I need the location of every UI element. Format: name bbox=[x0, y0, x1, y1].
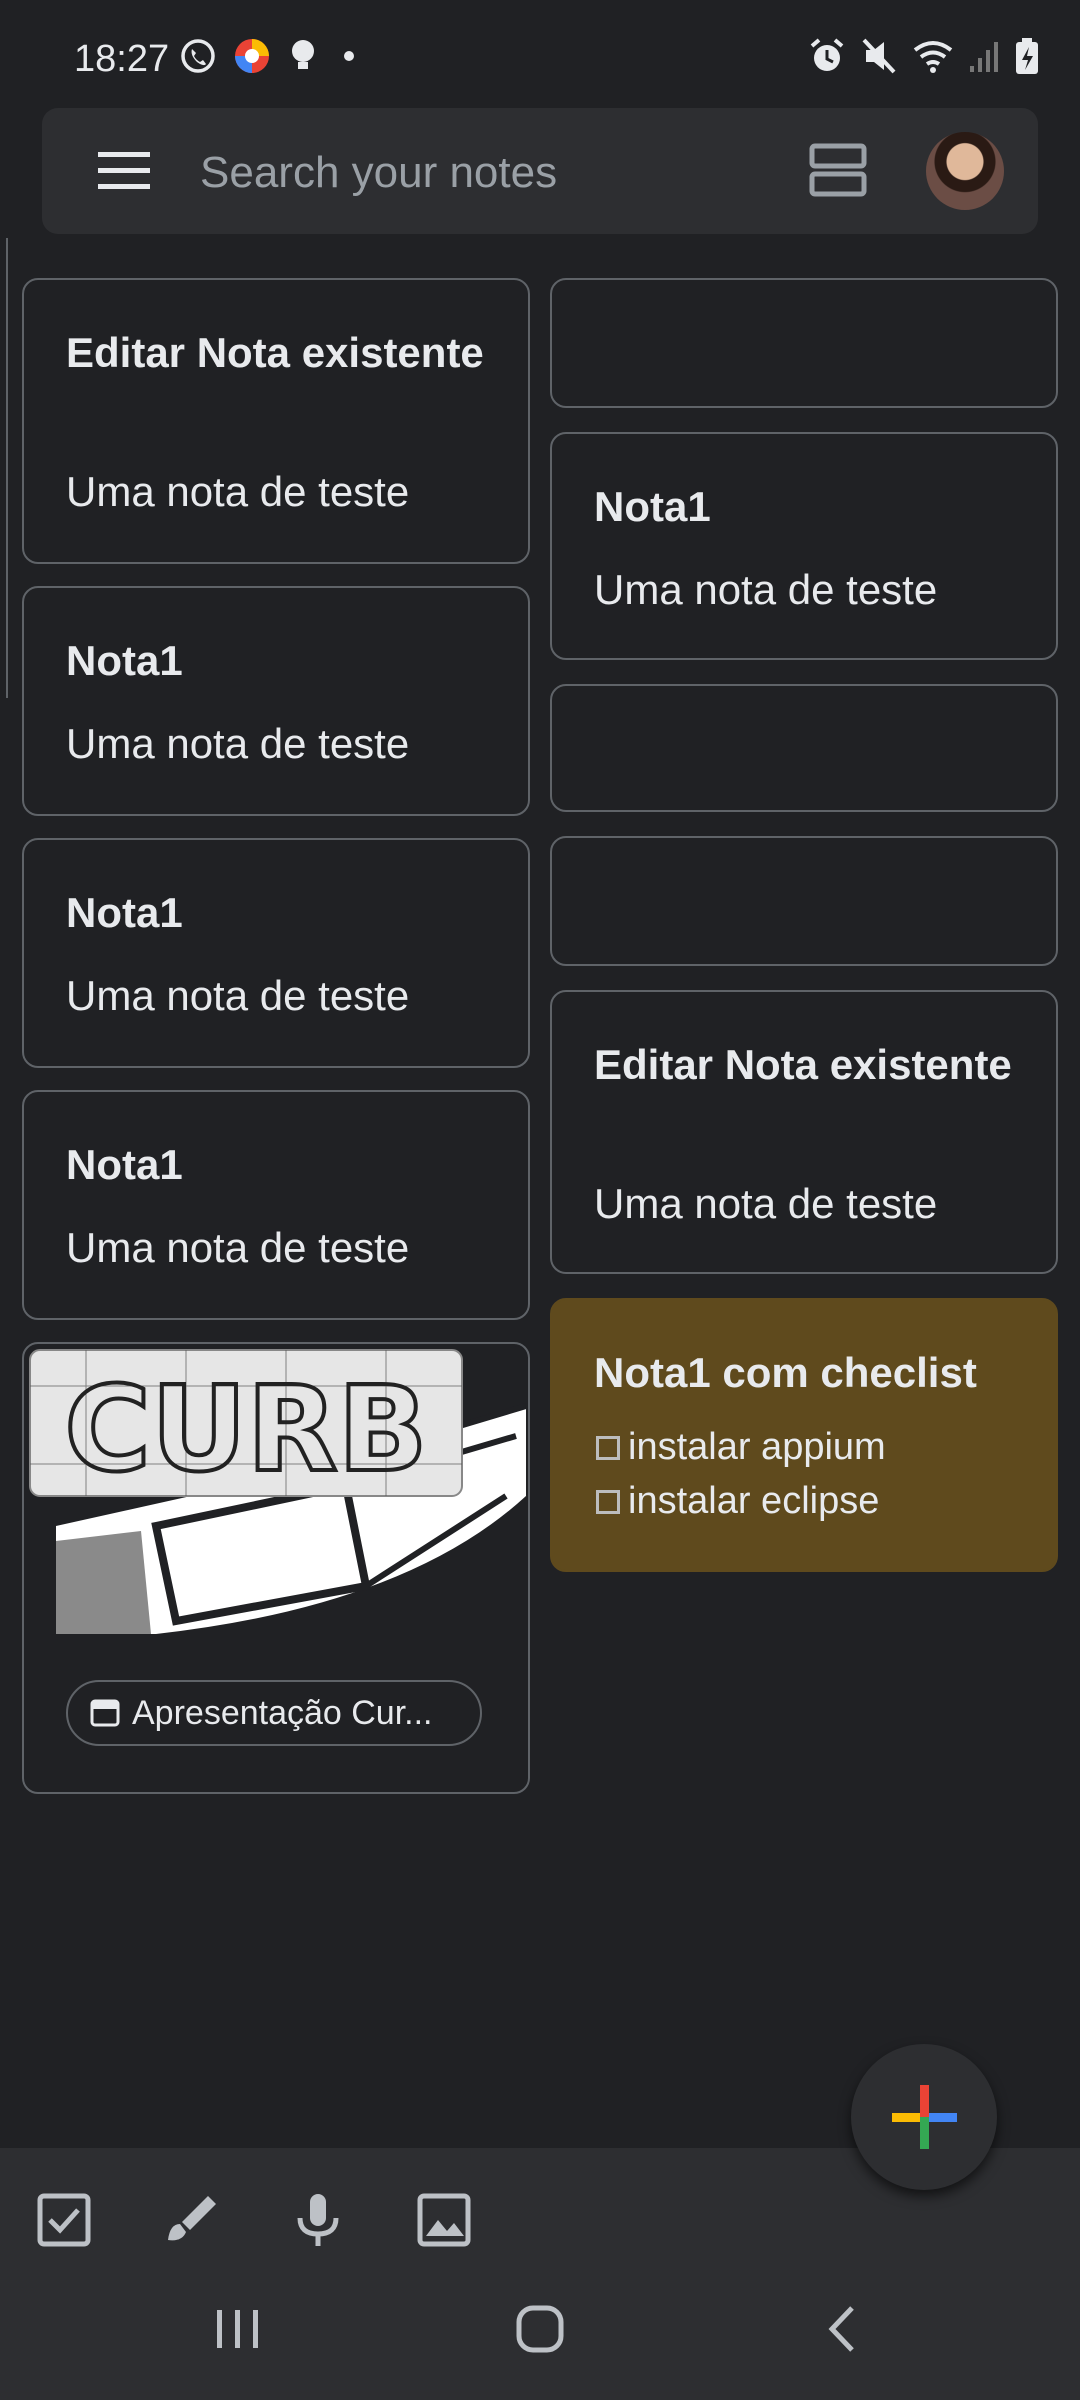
note-title: Nota1 com checlist bbox=[594, 1349, 977, 1396]
attachment-label: Apresentação Cur... bbox=[132, 1693, 433, 1732]
home-icon[interactable] bbox=[505, 2294, 575, 2364]
plus-icon bbox=[892, 2085, 957, 2149]
note-body: Uma nota de teste bbox=[594, 1180, 938, 1227]
wifi-icon bbox=[913, 41, 953, 73]
note-title: Nota1 bbox=[66, 889, 183, 936]
note-card[interactable]: Nota1 Uma nota de teste bbox=[22, 586, 530, 816]
note-title: Editar Nota existente bbox=[594, 1041, 1012, 1088]
note-title: Nota1 bbox=[66, 637, 183, 684]
menu-icon[interactable] bbox=[98, 148, 150, 194]
note-card[interactable]: Nota1 Uma nota de teste bbox=[22, 838, 530, 1068]
new-note-button[interactable] bbox=[851, 2044, 997, 2190]
image-note-card[interactable]: CURB Apresentação Cur... bbox=[22, 1342, 530, 1794]
system-navigation-bar bbox=[0, 2254, 1080, 2400]
status-system-icons bbox=[808, 36, 1040, 76]
empty-note-card[interactable] bbox=[550, 836, 1058, 966]
slides-icon bbox=[90, 1699, 120, 1727]
empty-note-card[interactable] bbox=[550, 278, 1058, 408]
app-notification-icon bbox=[235, 39, 269, 73]
recent-apps-icon[interactable] bbox=[203, 2294, 273, 2364]
curb-logo-image: CURB bbox=[26, 1346, 528, 1634]
mute-icon bbox=[862, 38, 896, 74]
note-card[interactable]: Editar Nota existente Uma nota de teste bbox=[550, 990, 1058, 1274]
search-input[interactable]: Search your notes bbox=[200, 148, 557, 198]
microphone-icon[interactable] bbox=[288, 2190, 348, 2250]
checkbox[interactable] bbox=[596, 1489, 620, 1514]
note-body: Uma nota de teste bbox=[66, 468, 410, 515]
note-title: Editar Nota existente bbox=[66, 329, 484, 376]
empty-note-card[interactable] bbox=[550, 684, 1058, 812]
checklist-item-label: instalar eclipse bbox=[628, 1480, 880, 1522]
note-card[interactable]: Editar Nota existente Uma nota de teste bbox=[22, 278, 530, 564]
drawing-icon[interactable] bbox=[160, 2190, 220, 2250]
image-icon[interactable] bbox=[414, 2190, 474, 2250]
checkbox[interactable] bbox=[596, 1435, 620, 1460]
note-body: Uma nota de teste bbox=[66, 720, 410, 767]
list-view-toggle-icon[interactable] bbox=[808, 142, 868, 198]
status-notification-icons bbox=[178, 36, 364, 76]
status-bar: 18:27 bbox=[0, 0, 1080, 110]
note-card[interactable]: Nota1 Uma nota de teste bbox=[22, 1090, 530, 1320]
search-bar[interactable]: Search your notes bbox=[42, 108, 1038, 234]
whatsapp-icon bbox=[181, 39, 215, 73]
attachment-chip[interactable]: Apresentação Cur... bbox=[66, 1680, 482, 1746]
alarm-icon bbox=[810, 38, 844, 71]
checklist-item[interactable]: instalar appium bbox=[596, 1426, 886, 1469]
note-image: CURB bbox=[26, 1346, 528, 1634]
lightbulb-icon bbox=[292, 40, 314, 69]
checklist-item[interactable]: instalar eclipse bbox=[596, 1480, 879, 1523]
status-time: 18:27 bbox=[74, 38, 170, 80]
battery-charging-icon bbox=[1016, 38, 1038, 74]
new-list-icon[interactable] bbox=[34, 2190, 94, 2250]
checklist-note-card[interactable]: Nota1 com checlist instalar appium insta… bbox=[550, 1298, 1058, 1572]
note-card[interactable]: Nota1 Uma nota de teste bbox=[550, 432, 1058, 660]
drawer-edge bbox=[0, 238, 8, 698]
signal-icon bbox=[970, 42, 998, 72]
logo-text: CURB bbox=[64, 1360, 427, 1498]
dot-icon bbox=[344, 51, 354, 61]
note-body: Uma nota de teste bbox=[594, 566, 938, 613]
note-title: Nota1 bbox=[66, 1141, 183, 1188]
note-body: Uma nota de teste bbox=[66, 972, 410, 1019]
note-body: Uma nota de teste bbox=[66, 1224, 410, 1271]
back-icon[interactable] bbox=[808, 2294, 878, 2364]
account-avatar[interactable] bbox=[926, 132, 1004, 210]
note-title: Nota1 bbox=[594, 483, 711, 530]
checklist-item-label: instalar appium bbox=[628, 1426, 886, 1468]
